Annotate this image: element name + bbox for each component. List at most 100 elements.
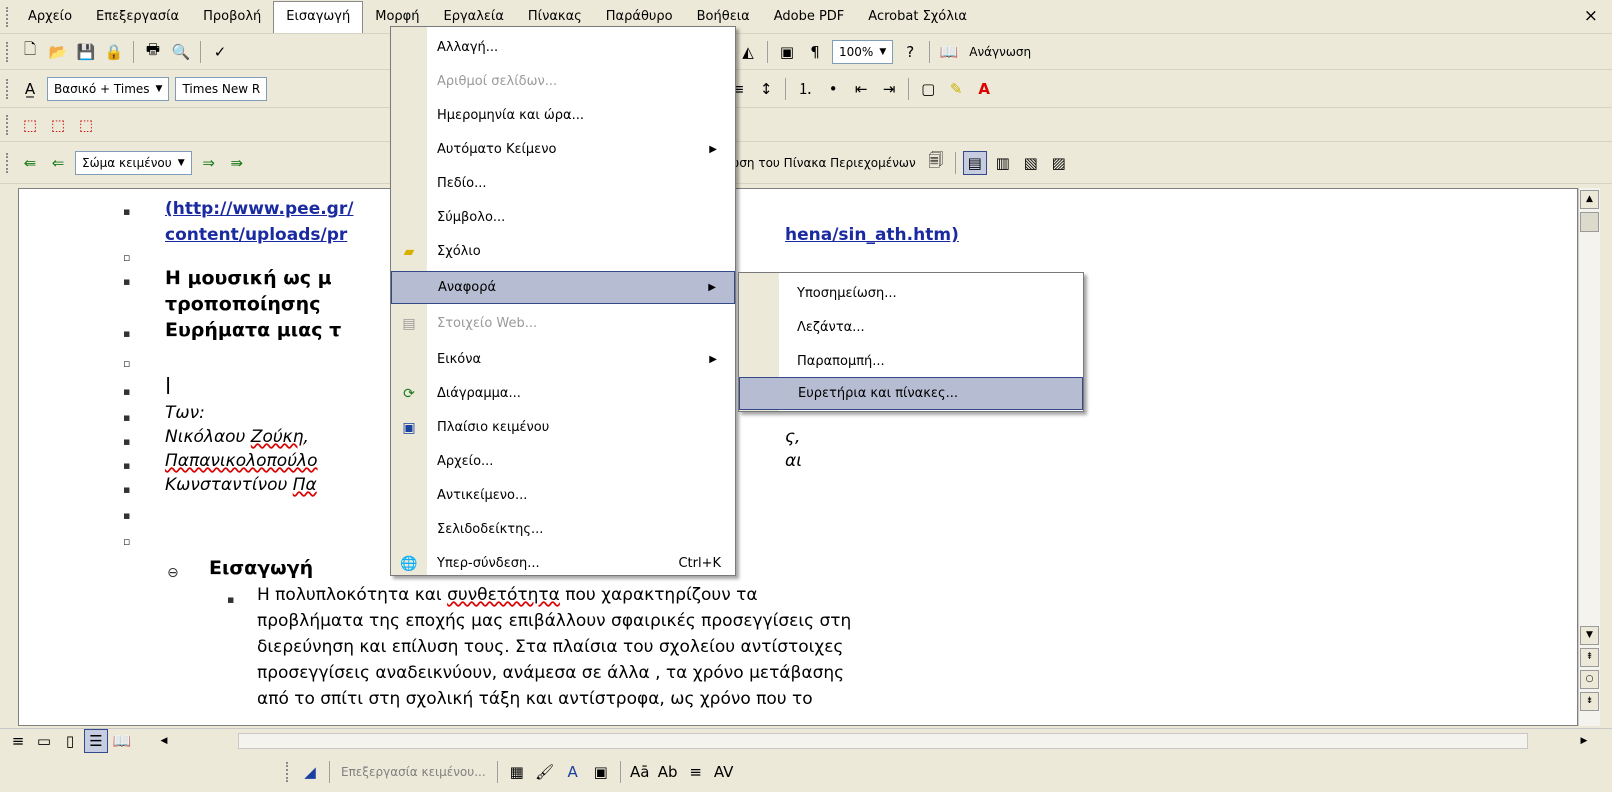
toolbar-grip[interactable] [6,78,10,99]
promote-to-heading-icon[interactable]: ⇚ [18,151,42,175]
show-hide-icon[interactable]: ¶ [803,40,827,64]
menu-adobe-pdf[interactable]: Adobe PDF [762,2,857,32]
close-document-icon[interactable]: × [1584,6,1598,26]
menu-item-reference[interactable]: Αναφορά ▶ [391,271,735,304]
vertical-text-icon[interactable]: Ab [656,760,680,784]
paint-icon[interactable]: 🖌 [533,760,557,784]
font-color-icon[interactable]: A [972,77,996,101]
menu-item-hyperlink[interactable]: 🌐 Υπερ-σύνδεση... Ctrl+K [391,547,735,580]
document-area[interactable]: ▪ (http://www.pee.gr/ content/uploads/pr… [18,188,1578,726]
create-subdocument-icon[interactable]: ▧ [1019,151,1043,175]
picture-icon[interactable]: ▣ [589,760,613,784]
normal-view-icon[interactable]: ≡ [6,729,30,753]
remove-subdocument-icon[interactable]: ▨ [1047,151,1071,175]
vertical-scrollbar[interactable]: ▲ ▼ ⇞ ○ ⇟ [1578,188,1600,726]
horizontal-scrollbar[interactable]: ≡ ▭ ▯ ☰ 📖 ◀ ▶ [0,728,1612,753]
toolbar-grip[interactable] [6,114,10,135]
submenu-item-index-and-tables[interactable]: Ευρετήρια και πίνακες... [739,377,1083,410]
alignment-icon[interactable]: ≡ [684,760,708,784]
print-layout-icon[interactable]: ▯ [58,729,82,753]
edit-text-button[interactable]: Επεξεργασία κειμένου... [335,765,492,779]
promote-icon[interactable]: ⇐ [46,151,70,175]
goto-toc-icon[interactable]: 🗐 [924,151,948,175]
styles-pane-icon[interactable]: A̲ [18,77,42,101]
line-spacing-icon[interactable]: ↕ [754,77,778,101]
document-map-icon[interactable]: ▣ [775,40,799,64]
highlight-icon[interactable]: ✎ [944,77,968,101]
menu-file[interactable]: Αρχείο [16,2,84,32]
outline-expand-icon[interactable]: ⊖ [167,565,179,581]
outline-view-icon[interactable]: ☰ [84,729,108,753]
demote-to-body-icon[interactable]: ⇛ [225,151,249,175]
convert-and-email-icon[interactable]: ⬚ [46,113,70,137]
master-document-view-icon[interactable]: ▤ [962,150,987,175]
scroll-up-icon[interactable]: ▲ [1580,190,1599,209]
scroll-thumb[interactable] [1580,212,1599,232]
source-link-cont[interactable]: content/uploads/pr [165,225,347,245]
source-link-tail[interactable]: hena/sin_ath.htm) [785,225,959,245]
menu-item-bookmark[interactable]: Σελιδοδείκτης... [391,513,735,546]
demote-icon[interactable]: ⇒ [197,151,221,175]
menu-item-picture[interactable]: Εικόνα ▶ [391,343,735,376]
bullets-icon[interactable]: • [821,77,845,101]
open-folder-icon[interactable]: 📂 [46,40,70,64]
previous-page-icon[interactable]: ⇞ [1580,648,1599,667]
menu-item-text-box[interactable]: ▣ Πλαίσιο κειμένου [391,411,735,444]
save-icon[interactable]: 💾 [74,40,98,64]
toolbar-grip[interactable] [6,41,10,62]
menu-item-comment[interactable]: ▰ Σχόλιο [391,235,735,268]
submenu-item-caption[interactable]: Λεζάντα... [739,311,1083,344]
zoom-dropdown[interactable]: 100% ▼ [832,39,894,64]
menu-item-object[interactable]: Αντικείμενο... [391,479,735,512]
same-letter-heights-icon[interactable]: Aā [628,760,652,784]
convert-to-pdf-icon[interactable]: ⬚ [18,113,42,137]
print-preview-icon[interactable]: 🔍 [169,40,193,64]
convert-and-review-icon[interactable]: ⬚ [74,113,98,137]
collapse-subdocuments-icon[interactable]: ▥ [991,151,1015,175]
next-page-icon[interactable]: ⇟ [1580,692,1599,711]
scroll-down-icon[interactable]: ▼ [1580,626,1599,645]
menu-view[interactable]: Προβολή [191,2,273,32]
web-view-icon[interactable]: ▭ [32,729,56,753]
menu-acrobat-comments[interactable]: Acrobat Σχόλια [856,2,979,32]
submenu-item-cross-reference[interactable]: Παραπομπή... [739,345,1083,378]
menu-item-page-numbers[interactable]: Αριθμοί σελίδων... [391,65,735,98]
menu-item-symbol[interactable]: Σύμβολο... [391,201,735,234]
reading-view-icon[interactable]: 📖 [110,729,134,753]
increase-indent-icon[interactable]: ⇥ [877,77,901,101]
menu-item-file[interactable]: Αρχείο... [391,445,735,478]
borders-icon[interactable]: ▢ [916,77,940,101]
drawing-icon[interactable]: ◭ [736,40,760,64]
character-spacing-icon[interactable]: AV [712,760,736,784]
wordart-gallery-icon[interactable]: A [561,760,585,784]
menu-item-diagram[interactable]: ⟳ Διάγραμμα... [391,377,735,410]
menu-item-field[interactable]: Πεδίο... [391,167,735,200]
new-document-icon[interactable]: 🗋 [18,40,42,64]
menu-item-autotext[interactable]: Αυτόματο Κείμενο ▶ [391,133,735,166]
format-icon[interactable]: ▦ [505,760,529,784]
read-button[interactable]: Ανάγνωση [963,45,1037,59]
browse-object-icon[interactable]: ○ [1580,670,1599,689]
menu-item-date-time[interactable]: Ημερομηνία και ώρα... [391,99,735,132]
source-link[interactable]: (http://www.pee.gr/ [165,199,353,219]
style-dropdown[interactable]: Βασικό + Times ▼ [47,76,170,101]
scroll-left-icon[interactable]: ◀ [152,729,176,753]
font-dropdown[interactable]: Times New R [175,76,268,101]
horizontal-scroll-track[interactable] [238,733,1528,749]
scroll-right-icon[interactable]: ▶ [1572,729,1596,753]
menu-insert[interactable]: Εισαγωγή [273,0,364,33]
outline-level-dropdown[interactable]: Σώμα κειμένου ▼ [75,150,192,175]
permission-icon[interactable]: 🔒 [102,40,126,64]
insert-chart-icon[interactable]: ◢ [298,760,322,784]
print-icon[interactable]: 🖶 [141,40,165,64]
toolbar-grip[interactable] [6,6,10,27]
help-icon[interactable]: ? [898,40,922,64]
menu-item-break[interactable]: Αλλαγή... [391,31,735,64]
spelling-icon[interactable]: ✓ [208,40,232,64]
menu-edit[interactable]: Επεξεργασία [84,2,191,32]
toolbar-grip[interactable] [286,762,290,782]
toolbar-grip[interactable] [6,152,10,173]
decrease-indent-icon[interactable]: ⇤ [849,77,873,101]
submenu-item-footnote[interactable]: Υποσημείωση... [739,277,1083,310]
menu-item-web-component[interactable]: ▤ Στοιχείο Web... [391,307,735,340]
